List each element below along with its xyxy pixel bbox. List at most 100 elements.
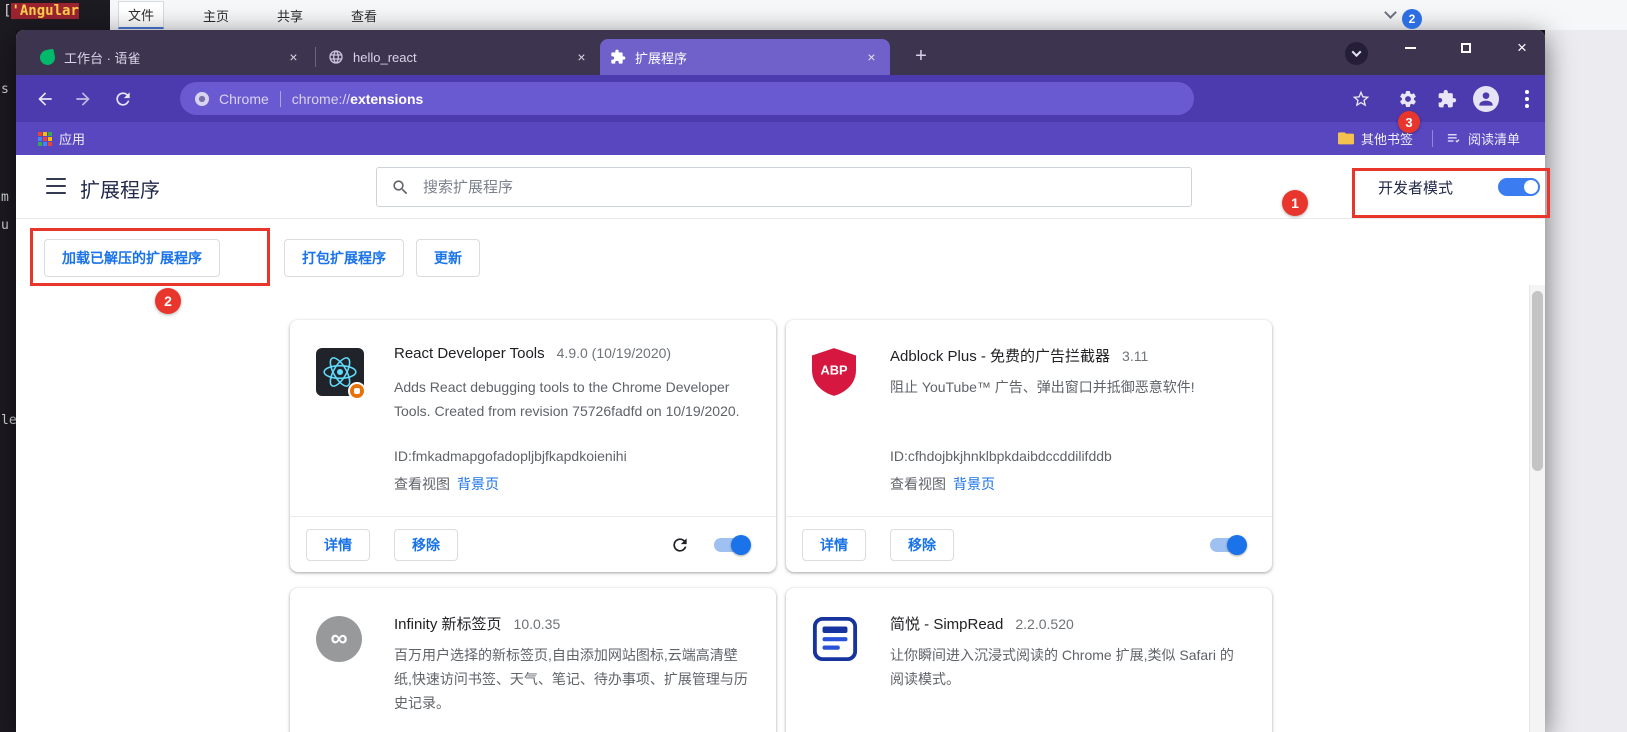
- address-bar[interactable]: Chrome chrome://extensions: [180, 82, 1194, 115]
- extension-enabled-toggle[interactable]: [714, 535, 751, 555]
- card-footer: 详情 移除: [290, 516, 776, 572]
- tab-hello-react[interactable]: hello_react ×: [318, 39, 600, 75]
- extension-name: 简悦 - SimpRead: [890, 616, 1004, 633]
- extensions-search[interactable]: [376, 167, 1192, 207]
- editor-highlighted-word: 'Angular: [11, 3, 79, 19]
- extension-views: 查看视图 背景页: [394, 474, 499, 494]
- forward-button[interactable]: [68, 84, 97, 113]
- hamburger-menu-icon[interactable]: [46, 178, 66, 194]
- extension-name: React Developer Tools: [394, 345, 545, 362]
- annotation-box-load-unpacked: [30, 228, 270, 286]
- views-label: 查看视图: [890, 476, 946, 492]
- bg-menu-share[interactable]: 共享: [268, 3, 312, 28]
- tab-close-icon[interactable]: ×: [573, 49, 590, 66]
- bookmark-star-icon[interactable]: [1346, 84, 1375, 113]
- profile-avatar[interactable]: [1471, 84, 1500, 113]
- puzzle-favicon-icon: [611, 49, 626, 64]
- extension-card-adblock-plus: ABP Adblock Plus - 免费的广告拦截器 3.11 阻止 YouTu…: [786, 320, 1272, 572]
- extension-enabled-toggle[interactable]: [1210, 535, 1247, 555]
- background-right-area: [1545, 30, 1627, 732]
- abp-icon-text: ABP: [820, 363, 848, 378]
- chrome-logo-icon: [195, 91, 209, 106]
- extension-id: ID:cfhdojbkjhnklbpkdaibdccddilifddb: [890, 448, 1112, 464]
- extension-description: 阻止 YouTube™ 广告、弹出窗口并抵御恶意软件!: [890, 379, 1195, 395]
- tab-label: 工作台 · 语雀: [64, 50, 141, 66]
- extension-title: React Developer Tools 4.9.0 (10/19/2020): [394, 345, 752, 363]
- reload-button[interactable]: [108, 84, 137, 113]
- extension-version: 3.11: [1122, 348, 1149, 364]
- page-scrollbar[interactable]: [1529, 285, 1545, 732]
- extension-name: Adblock Plus - 免费的广告拦截器: [890, 348, 1111, 365]
- gear-icon[interactable]: [1393, 84, 1422, 113]
- annotation-box-developer-mode: [1352, 168, 1550, 218]
- kebab-menu-icon[interactable]: [1512, 84, 1541, 113]
- extension-description: 让你瞬间进入沉浸式阅读的 Chrome 扩展,类似 Safari 的阅读模式。: [890, 647, 1234, 687]
- extension-title: 简悦 - SimpRead 2.2.0.520: [890, 613, 1248, 634]
- folder-icon: [1338, 131, 1354, 144]
- reading-list[interactable]: 阅读清单: [1446, 122, 1520, 155]
- maximize-button[interactable]: [1444, 32, 1488, 64]
- globe-favicon-icon: [329, 50, 343, 64]
- update-button[interactable]: 更新: [416, 239, 480, 277]
- background-window-bar: ['Angular 文件 主页 共享 查看: [0, 0, 1627, 30]
- background-page-link[interactable]: 背景页: [953, 476, 995, 492]
- remove-button[interactable]: 移除: [890, 529, 954, 561]
- extension-title: Adblock Plus - 免费的广告拦截器 3.11: [890, 345, 1248, 366]
- screen: ['Angular 文件 主页 共享 查看 2 s m u le 工作台 · 语…: [0, 0, 1627, 732]
- background-editor-text: ['Angular: [0, 0, 110, 30]
- extension-version: 10.0.35: [513, 616, 561, 632]
- tab-search-button[interactable]: [1345, 42, 1368, 65]
- editor-fragment: le: [1, 413, 17, 428]
- extensions-search-input[interactable]: [423, 178, 1177, 196]
- reload-extension-icon[interactable]: [670, 535, 690, 555]
- background-menu: 文件 主页 共享 查看: [118, 0, 386, 30]
- reading-list-label: 阅读清单: [1468, 132, 1521, 147]
- back-button[interactable]: [30, 84, 59, 113]
- close-window-button[interactable]: ×: [1500, 32, 1544, 64]
- apps-grid-icon: [38, 131, 52, 146]
- scrollbar-thumb[interactable]: [1532, 291, 1543, 471]
- views-label: 查看视图: [394, 476, 450, 492]
- search-icon: [393, 179, 408, 194]
- toggle-knob: [731, 535, 751, 555]
- pack-extension-button[interactable]: 打包扩展程序: [284, 239, 404, 277]
- tab-extensions[interactable]: 扩展程序 ×: [600, 39, 890, 75]
- extensions-puzzle-icon[interactable]: [1432, 84, 1461, 113]
- page-title: 扩展程序: [80, 180, 160, 202]
- tab-separator: [315, 47, 316, 67]
- annotation-step-3: 3: [1398, 111, 1420, 133]
- bookmarks-divider: [1432, 130, 1433, 147]
- extension-version: 2.2.0.520: [1015, 616, 1074, 632]
- tab-label: 扩展程序: [635, 50, 688, 66]
- background-editor-strip: s m u le: [0, 30, 17, 732]
- minimize-button[interactable]: [1388, 32, 1432, 64]
- card-footer: 详情 移除: [786, 516, 1272, 572]
- background-notification-badge: 2: [1402, 9, 1422, 29]
- tab-strip: 工作台 · 语雀 × hello_react × 扩展程序 × + ×: [16, 30, 1545, 75]
- bg-menu-file[interactable]: 文件: [118, 1, 165, 29]
- details-button[interactable]: 详情: [802, 529, 866, 561]
- bookmark-apps[interactable]: 应用: [38, 122, 85, 155]
- editor-fragment: s: [1, 82, 9, 97]
- bg-menu-home[interactable]: 主页: [194, 3, 238, 28]
- chevron-down-icon[interactable]: [1384, 6, 1397, 19]
- remove-button[interactable]: 移除: [394, 529, 458, 561]
- react-devtools-icon: [316, 348, 366, 400]
- new-tab-button[interactable]: +: [908, 43, 934, 69]
- annotation-step-2: 2: [155, 288, 181, 314]
- adblock-plus-icon: ABP: [812, 348, 860, 396]
- bg-menu-view[interactable]: 查看: [342, 3, 386, 28]
- annotation-step-1: 1: [1282, 190, 1308, 216]
- background-page-link[interactable]: 背景页: [457, 476, 499, 492]
- browser-toolbar: Chrome chrome://extensions: [16, 75, 1545, 122]
- details-button[interactable]: 详情: [306, 529, 370, 561]
- extension-description: 百万用户选择的新标签页,自由添加网站图标,云端高清壁纸,快速访问书签、天气、笔记…: [394, 647, 748, 711]
- error-badge-icon[interactable]: [348, 382, 366, 400]
- extension-views: 查看视图 背景页: [890, 474, 995, 494]
- tab-yuque[interactable]: 工作台 · 语雀 ×: [30, 39, 312, 75]
- site-chip-label: Chrome: [219, 90, 269, 107]
- extension-card-simpread: 简悦 - SimpRead 2.2.0.520 让你瞬间进入沉浸式阅读的 Chro…: [786, 588, 1272, 732]
- tab-close-icon[interactable]: ×: [285, 49, 302, 66]
- tab-close-icon[interactable]: ×: [863, 49, 880, 66]
- extension-card-infinity: ∞ Infinity 新标签页 10.0.35 百万用户选择的新标签页,自由添加网…: [290, 588, 776, 732]
